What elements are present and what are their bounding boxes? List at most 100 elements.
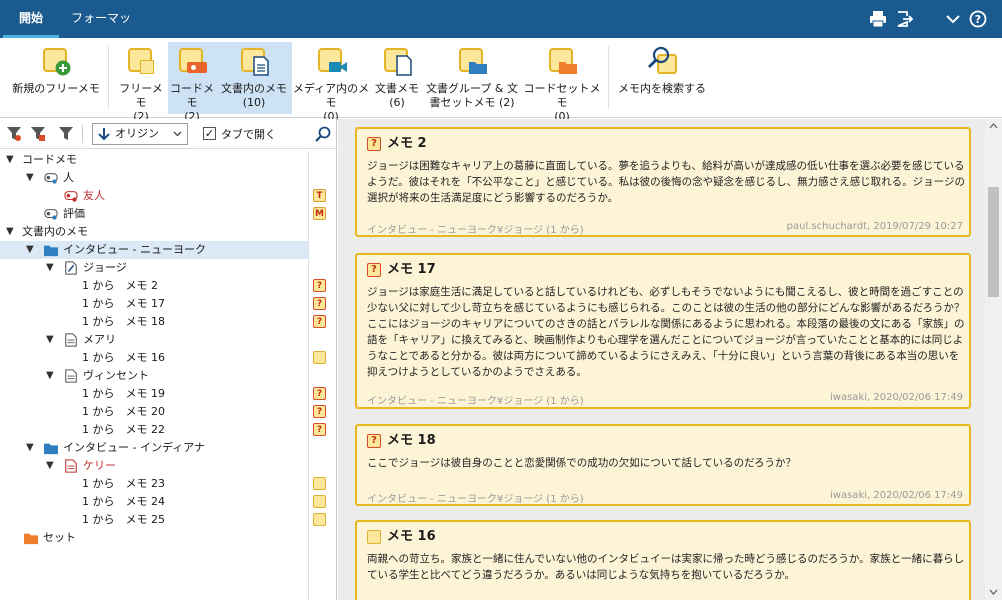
tree-node-set[interactable]: セット — [0, 529, 308, 547]
scroll-up-icon[interactable] — [989, 123, 998, 129]
memo-card-author-date: paul.schuchardt, 2019/07/29 10:27 — [786, 221, 963, 232]
memo-card-title: ? メモ 17 — [367, 261, 436, 279]
tree-node-memo[interactable]: 1 から メモ 25 — [0, 511, 308, 529]
docgroup-memo-button[interactable]: 文書グループ & 文 書セットメモ (2) — [424, 42, 520, 114]
memo-card[interactable]: ? メモ 2 ジョージは困難なキャリア上の葛藤に直面している。夢を追うよりも、給… — [355, 127, 971, 237]
memo-card-title: ? メモ 2 — [367, 135, 427, 153]
tree-toolbar: オリジン ✓ タブで開く — [0, 119, 337, 149]
tree-node-george[interactable]: ▼ ジョージ — [0, 259, 308, 277]
new-free-memo-button[interactable]: 新規のフリーメモ — [12, 42, 100, 114]
filter-doc-memo-icon[interactable] — [30, 126, 46, 142]
memo-card-list[interactable]: ? メモ 2 ジョージは困難なキャリア上の葛藤に直面している。夢を追うよりも、給… — [338, 119, 1002, 600]
tree-node-code-memos[interactable]: ▼ コードメモ — [0, 151, 308, 169]
question-memo-icon: ? — [313, 279, 326, 292]
memo-card-body: ジョージは困難なキャリア上の葛藤に直面している。夢を追うよりも、給料が高いが達成… — [367, 160, 965, 204]
search-icon — [647, 46, 677, 76]
tree-node-vincent[interactable]: ▼ ヴィンセント — [0, 367, 308, 385]
set-folder-icon — [24, 533, 38, 545]
document-icon — [65, 369, 77, 383]
filter-icon[interactable] — [58, 126, 74, 142]
memo-card[interactable]: ? メモ 18 ここでジョージは彼自身のことと恋愛関係での成功の欠如について話し… — [355, 424, 971, 506]
question-memo-icon: ? — [313, 423, 326, 436]
svg-text:?: ? — [975, 13, 981, 26]
tree-node-interview-in[interactable]: ▼ インタビュー - インディアナ — [0, 439, 308, 457]
help-icon[interactable]: ? — [969, 10, 987, 28]
tree-node-memo[interactable]: 1 から メモ 2 — [0, 277, 308, 295]
question-memo-icon: ? — [313, 405, 326, 418]
tree-node-memo[interactable]: 1 から メモ 24 — [0, 493, 308, 511]
document-edit-icon — [65, 261, 77, 275]
memo-card-title: メモ 16 — [367, 528, 436, 546]
memo-icon — [367, 530, 381, 544]
export-icon[interactable] — [896, 10, 914, 28]
tab-home[interactable]: 開始 — [3, 0, 59, 38]
tree-node-memo[interactable]: 1 から メモ 23 — [0, 475, 308, 493]
tree-node-memo[interactable]: 1 から メモ 17 — [0, 295, 308, 313]
tree-node-interview-ny[interactable]: ▼ インタビュー - ニューヨーク — [0, 241, 308, 259]
memo-card-title: ? メモ 18 — [367, 432, 436, 450]
tab-format[interactable]: フォーマット — [66, 0, 136, 61]
search-memos-button[interactable]: メモ内を検索する — [614, 42, 710, 114]
memo-icon — [313, 513, 326, 526]
memo-tree-panel: オリジン ✓ タブで開く ▼ コードメモ ▼ 人 友人 評価 ▼ 文書内のメモ … — [0, 119, 337, 600]
badge-column-divider — [308, 151, 309, 600]
printer-icon[interactable] — [869, 10, 887, 28]
tree-node-memo[interactable]: 1 から メモ 22 — [0, 421, 308, 439]
tree-node-person[interactable]: ▼ 人 — [0, 169, 308, 187]
document-icon — [382, 46, 412, 76]
folder-icon — [44, 245, 58, 257]
new-memo-icon — [41, 46, 71, 76]
origin-dropdown[interactable]: オリジン — [92, 123, 188, 145]
document-memo-button[interactable]: 文書内のメモ (10) — [216, 42, 292, 114]
memo-card-body: ここでジョージは彼自身のことと恋愛関係での成功の欠如について話しているのだろうか… — [367, 457, 797, 469]
tree-node-kelly[interactable]: ▼ ケリー — [0, 457, 308, 475]
text-memo-badge: T — [313, 189, 326, 202]
free-memo-icon — [126, 46, 156, 76]
question-memo-icon: ? — [313, 387, 326, 400]
memo-card-author-date: iwasaki, 2020/02/06 17:49 — [830, 392, 963, 403]
search-icon[interactable] — [315, 126, 331, 142]
open-in-tab-checkbox[interactable]: ✓ — [203, 127, 216, 140]
memo-card-author-date: iwasaki, 2020/02/06 17:49 — [830, 490, 963, 501]
document-memo-list-button[interactable]: 文書メモ (6) — [372, 42, 422, 114]
doc-memo-icon — [239, 46, 269, 76]
question-memo-icon: ? — [367, 263, 381, 277]
scrollbar-thumb[interactable] — [988, 187, 999, 297]
media-memo-button[interactable]: メディア内のメモ (0) — [292, 42, 370, 123]
tree-node-evaluation[interactable]: 評価 — [0, 205, 308, 223]
codeset-memo-icon — [547, 46, 577, 76]
free-memo-button[interactable]: フリーメモ (2) — [114, 42, 168, 123]
media-memo-badge: M — [313, 207, 326, 220]
code-memo-button[interactable]: コードメモ (2) — [168, 42, 216, 123]
memo-card-source[interactable]: インタビュー - ニューヨーク¥ジョージ (1 から) — [367, 392, 584, 407]
media-memo-icon — [316, 46, 347, 76]
question-memo-icon: ? — [367, 434, 381, 448]
question-memo-icon: ? — [313, 297, 326, 310]
scrollbar[interactable] — [985, 119, 1002, 600]
memo-card[interactable]: メモ 16 両親への苛立ち。家族と一緒に住んでいない他のインタビュイーは実家に帰… — [355, 520, 971, 600]
tree-node-memo[interactable]: 1 から メモ 16 — [0, 349, 308, 367]
scroll-down-icon[interactable] — [989, 589, 998, 595]
memo-card-source[interactable]: インタビュー - ニューヨーク¥ジョージ (1 から) — [367, 490, 584, 505]
document-icon — [65, 333, 77, 347]
memo-tree: ▼ コードメモ ▼ 人 友人 評価 ▼ 文書内のメモ ▼ インタビュー - ニュ… — [0, 151, 337, 600]
memo-card[interactable]: ? メモ 17 ジョージは家庭生活に満足していると話しているけれども、必ずしもそ… — [355, 253, 971, 409]
memo-card-body: 両親への苛立ち。家族と一緒に住んでいない他のインタビュイーは実家に帰った時どう感… — [367, 553, 965, 581]
tree-node-friend[interactable]: 友人 — [0, 187, 308, 205]
tree-node-memo[interactable]: 1 から メモ 18 — [0, 313, 308, 331]
memo-card-source[interactable]: インタビュー - ニューヨーク¥ジョージ (1 から) — [367, 221, 584, 236]
codeset-memo-button[interactable]: コードセットメモ (0) — [522, 42, 602, 123]
tree-node-memo[interactable]: 1 から メモ 20 — [0, 403, 308, 421]
folder-memo-icon — [457, 46, 487, 76]
code-icon — [44, 173, 58, 184]
sort-arrow-icon — [98, 128, 110, 141]
app-window: 開始 フォーマット ? 新規のフリーメモ — [0, 0, 1002, 600]
code-icon — [44, 209, 58, 220]
tree-node-doc-memos[interactable]: ▼ 文書内のメモ — [0, 223, 308, 241]
tree-node-memo[interactable]: 1 から メモ 19 — [0, 385, 308, 403]
filter-code-memo-icon[interactable] — [6, 126, 22, 142]
chevron-down-icon[interactable] — [944, 10, 962, 28]
document-icon — [65, 459, 77, 473]
code-icon — [64, 191, 78, 202]
tree-node-mary[interactable]: ▼ メアリ — [0, 331, 308, 349]
